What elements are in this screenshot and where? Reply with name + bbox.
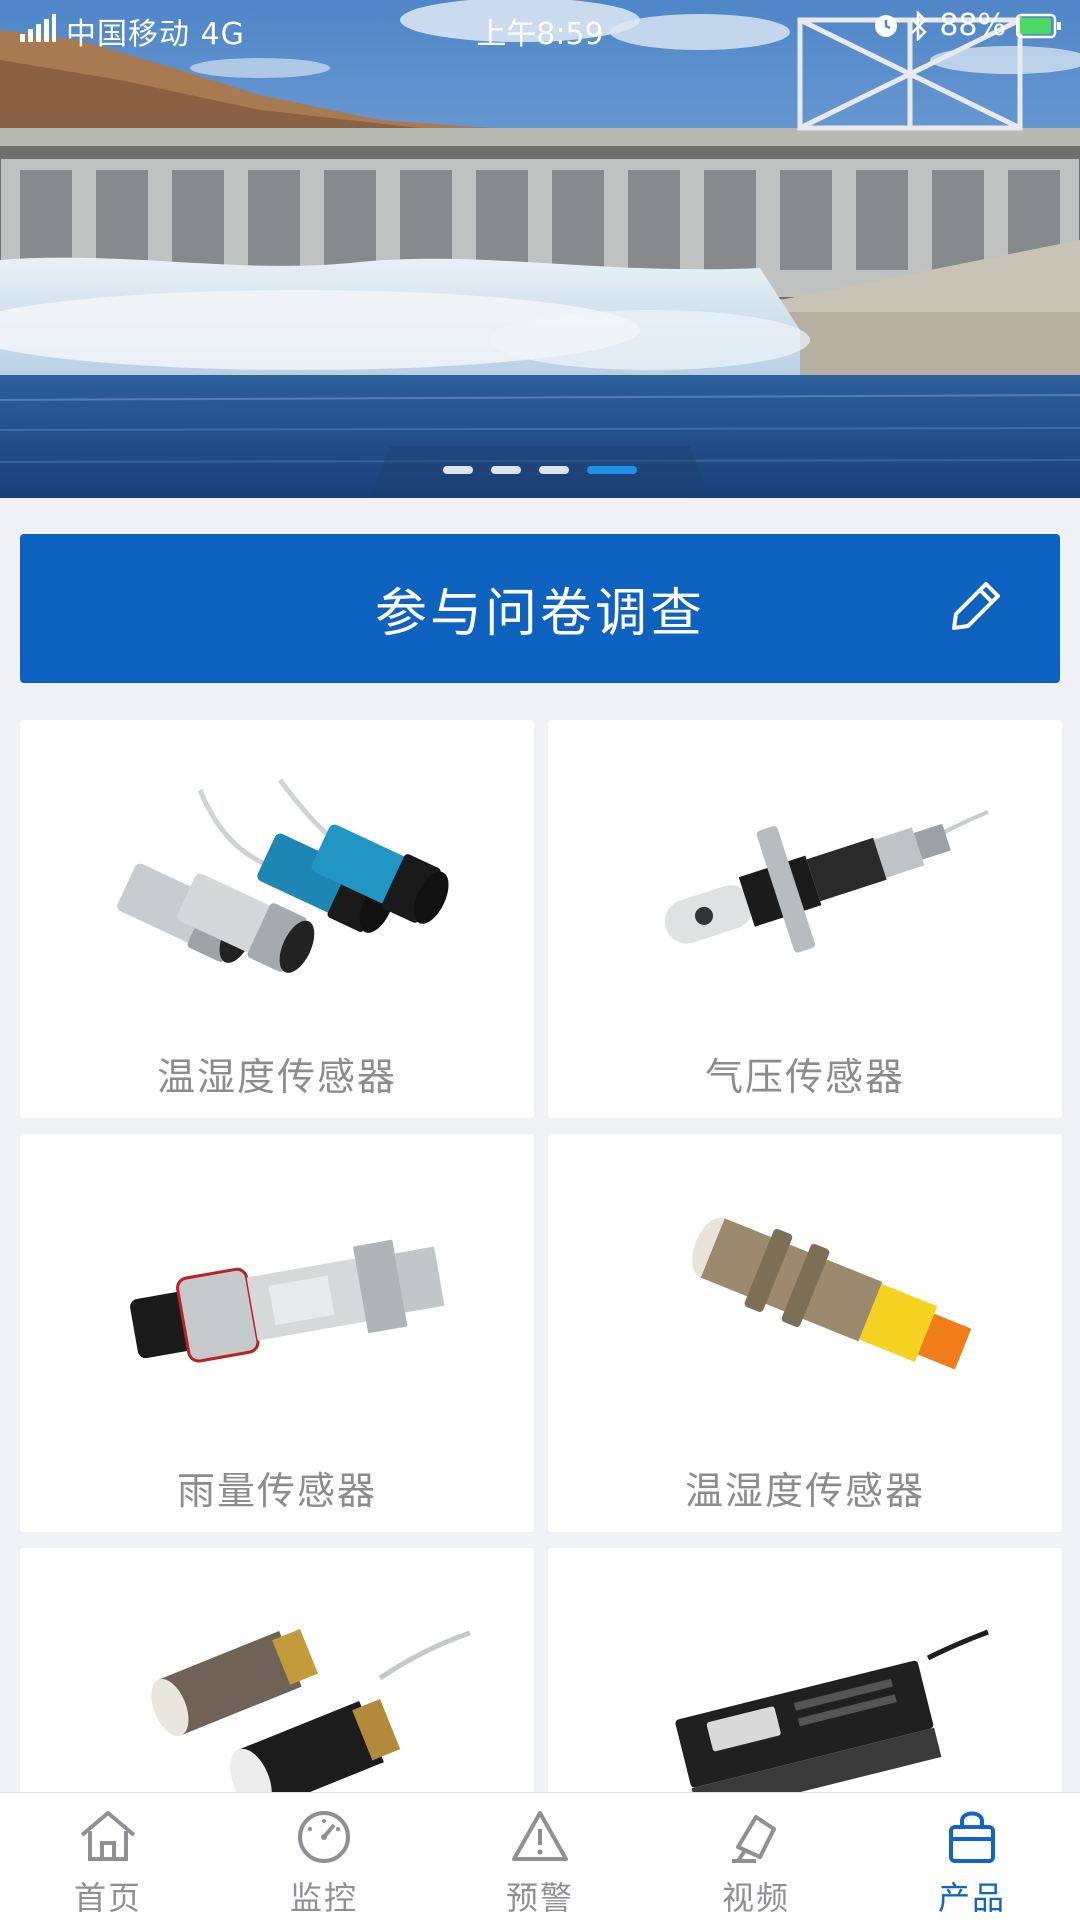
tab-products-label: 产品: [937, 1879, 1006, 1917]
alarm-icon: [875, 14, 898, 37]
gauge-icon: [298, 1811, 350, 1863]
battery-percent: 88%: [939, 8, 1006, 43]
product-image-photoelectric-sensors: [117, 778, 449, 973]
camera-icon: [732, 1815, 776, 1863]
carousel-dot-active[interactable]: [587, 466, 637, 474]
product-image-proximity-sensor: [692, 1217, 972, 1370]
tab-video[interactable]: 视频: [648, 1793, 864, 1920]
carousel-indicator[interactable]: [0, 466, 1080, 474]
pencil-icon: [952, 582, 1000, 630]
bottom-tab-bar: 首页 监控 预警 视频 产品: [0, 1792, 1080, 1920]
tab-warning-label: 预警: [505, 1879, 574, 1917]
carousel-dot[interactable]: [491, 466, 521, 474]
tab-warning[interactable]: 预警: [432, 1793, 648, 1920]
carousel-dot[interactable]: [539, 466, 569, 474]
survey-label: 参与问卷调查: [374, 584, 705, 644]
product-name: 温湿度传感器: [684, 1469, 925, 1513]
status-bar: 中国移动 4G 上午8:59 88%: [0, 0, 1080, 58]
product-card[interactable]: 温湿度传感器: [548, 1134, 1062, 1532]
product-card[interactable]: 温湿度传感器: [20, 720, 534, 1118]
status-icons: 88%: [873, 8, 1062, 43]
tab-video-label: 视频: [721, 1879, 790, 1917]
tab-home-label: 首页: [73, 1879, 142, 1917]
battery-icon: [1016, 13, 1061, 38]
tab-home[interactable]: 首页: [0, 1793, 216, 1920]
carousel-dot[interactable]: [443, 466, 473, 474]
product-card[interactable]: 雨量传感器: [20, 1134, 534, 1532]
tab-products[interactable]: 产品: [864, 1793, 1080, 1920]
survey-button[interactable]: 参与问卷调查: [20, 534, 1060, 683]
tab-monitor[interactable]: 监控: [216, 1793, 432, 1920]
bluetooth-icon: [911, 10, 928, 41]
home-icon: [80, 1811, 136, 1861]
banner-image-dam: [0, 0, 1080, 498]
app-screen: 中国移动 4G 上午8:59 88% 参与问卷调查 温湿度传感器 气压传感器 雨…: [0, 0, 1080, 1920]
shopping-bag-icon: [949, 1811, 995, 1863]
product-image-transmitter: [130, 1239, 445, 1363]
warning-icon: [512, 1811, 568, 1861]
product-name: 雨量传感器: [176, 1469, 377, 1513]
product-image-pressure-sensor: [664, 810, 989, 953]
product-card[interactable]: 气压传感器: [548, 720, 1062, 1118]
product-name: 温湿度传感器: [156, 1055, 397, 1099]
banner-carousel[interactable]: [0, 0, 1080, 498]
product-name: 气压传感器: [704, 1055, 905, 1099]
tab-monitor-label: 监控: [289, 1879, 358, 1917]
